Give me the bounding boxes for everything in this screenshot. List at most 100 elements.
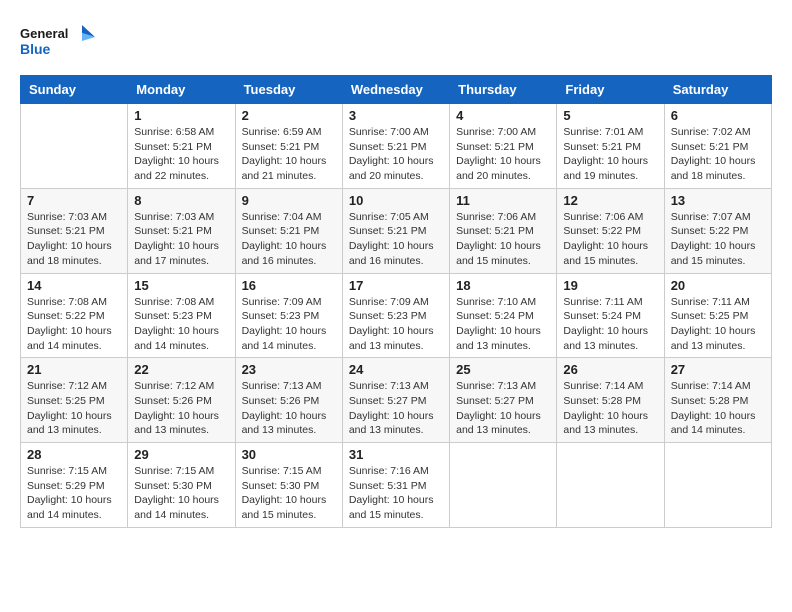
cell-info: Sunrise: 7:15 AMSunset: 5:30 PMDaylight:… xyxy=(242,464,336,523)
day-number: 11 xyxy=(456,193,550,208)
day-number: 2 xyxy=(242,108,336,123)
calendar-week-row: 28Sunrise: 7:15 AMSunset: 5:29 PMDayligh… xyxy=(21,443,772,528)
day-number: 22 xyxy=(134,362,228,377)
col-header-saturday: Saturday xyxy=(664,76,771,104)
calendar-cell: 9 Sunrise: 7:04 AMSunset: 5:21 PMDaylight… xyxy=(235,188,342,273)
day-number: 5 xyxy=(563,108,657,123)
calendar-cell: 19 Sunrise: 7:11 AMSunset: 5:24 PMDayligh… xyxy=(557,273,664,358)
cell-info: Sunrise: 7:01 AMSunset: 5:21 PMDaylight:… xyxy=(563,125,657,184)
col-header-monday: Monday xyxy=(128,76,235,104)
cell-info: Sunrise: 7:07 AMSunset: 5:22 PMDaylight:… xyxy=(671,210,765,269)
day-number: 21 xyxy=(27,362,121,377)
cell-info: Sunrise: 7:08 AMSunset: 5:23 PMDaylight:… xyxy=(134,295,228,354)
day-number: 6 xyxy=(671,108,765,123)
day-number: 3 xyxy=(349,108,443,123)
calendar-cell xyxy=(557,443,664,528)
calendar-header-row: SundayMondayTuesdayWednesdayThursdayFrid… xyxy=(21,76,772,104)
day-number: 25 xyxy=(456,362,550,377)
cell-info: Sunrise: 7:14 AMSunset: 5:28 PMDaylight:… xyxy=(671,379,765,438)
calendar-cell: 2 Sunrise: 6:59 AMSunset: 5:21 PMDaylight… xyxy=(235,104,342,189)
calendar-cell xyxy=(664,443,771,528)
calendar-cell: 11 Sunrise: 7:06 AMSunset: 5:21 PMDayligh… xyxy=(450,188,557,273)
logo-svg: General Blue xyxy=(20,20,100,65)
calendar-cell: 31 Sunrise: 7:16 AMSunset: 5:31 PMDayligh… xyxy=(342,443,449,528)
calendar-week-row: 14 Sunrise: 7:08 AMSunset: 5:22 PMDayligh… xyxy=(21,273,772,358)
calendar-cell: 23Sunrise: 7:13 AMSunset: 5:26 PMDayligh… xyxy=(235,358,342,443)
day-number: 12 xyxy=(563,193,657,208)
calendar-cell: 13 Sunrise: 7:07 AMSunset: 5:22 PMDayligh… xyxy=(664,188,771,273)
calendar-cell: 7 Sunrise: 7:03 AMSunset: 5:21 PMDaylight… xyxy=(21,188,128,273)
day-number: 20 xyxy=(671,278,765,293)
calendar-cell xyxy=(21,104,128,189)
cell-info: Sunrise: 7:08 AMSunset: 5:22 PMDaylight:… xyxy=(27,295,121,354)
col-header-thursday: Thursday xyxy=(450,76,557,104)
day-number: 29 xyxy=(134,447,228,462)
cell-info: Sunrise: 7:16 AMSunset: 5:31 PMDaylight:… xyxy=(349,464,443,523)
cell-info: Sunrise: 7:00 AMSunset: 5:21 PMDaylight:… xyxy=(349,125,443,184)
svg-text:General: General xyxy=(20,26,68,41)
calendar-cell: 15Sunrise: 7:08 AMSunset: 5:23 PMDayligh… xyxy=(128,273,235,358)
calendar-week-row: 1 Sunrise: 6:58 AMSunset: 5:21 PMDaylight… xyxy=(21,104,772,189)
day-number: 19 xyxy=(563,278,657,293)
day-number: 18 xyxy=(456,278,550,293)
calendar-cell: 26 Sunrise: 7:14 AMSunset: 5:28 PMDayligh… xyxy=(557,358,664,443)
calendar-cell: 16Sunrise: 7:09 AMSunset: 5:23 PMDayligh… xyxy=(235,273,342,358)
cell-info: Sunrise: 7:11 AMSunset: 5:24 PMDaylight:… xyxy=(563,295,657,354)
day-number: 24 xyxy=(349,362,443,377)
cell-info: Sunrise: 7:06 AMSunset: 5:22 PMDaylight:… xyxy=(563,210,657,269)
calendar-cell: 25 Sunrise: 7:13 AMSunset: 5:27 PMDayligh… xyxy=(450,358,557,443)
cell-info: Sunrise: 7:02 AMSunset: 5:21 PMDaylight:… xyxy=(671,125,765,184)
page-header: General Blue xyxy=(20,20,772,65)
calendar-week-row: 21 Sunrise: 7:12 AMSunset: 5:25 PMDayligh… xyxy=(21,358,772,443)
cell-info: Sunrise: 7:00 AMSunset: 5:21 PMDaylight:… xyxy=(456,125,550,184)
day-number: 31 xyxy=(349,447,443,462)
col-header-sunday: Sunday xyxy=(21,76,128,104)
day-number: 28 xyxy=(27,447,121,462)
cell-info: Sunrise: 7:12 AMSunset: 5:25 PMDaylight:… xyxy=(27,379,121,438)
calendar-cell: 21 Sunrise: 7:12 AMSunset: 5:25 PMDayligh… xyxy=(21,358,128,443)
day-number: 30 xyxy=(242,447,336,462)
cell-info: Sunrise: 6:58 AMSunset: 5:21 PMDaylight:… xyxy=(134,125,228,184)
cell-info: Sunrise: 7:14 AMSunset: 5:28 PMDaylight:… xyxy=(563,379,657,438)
calendar-cell: 27 Sunrise: 7:14 AMSunset: 5:28 PMDayligh… xyxy=(664,358,771,443)
day-number: 17 xyxy=(349,278,443,293)
calendar-cell: 17Sunrise: 7:09 AMSunset: 5:23 PMDayligh… xyxy=(342,273,449,358)
day-number: 8 xyxy=(134,193,228,208)
cell-info: Sunrise: 7:15 AMSunset: 5:30 PMDaylight:… xyxy=(134,464,228,523)
calendar-cell: 1 Sunrise: 6:58 AMSunset: 5:21 PMDaylight… xyxy=(128,104,235,189)
cell-info: Sunrise: 7:04 AMSunset: 5:21 PMDaylight:… xyxy=(242,210,336,269)
cell-info: Sunrise: 7:13 AMSunset: 5:27 PMDaylight:… xyxy=(456,379,550,438)
col-header-tuesday: Tuesday xyxy=(235,76,342,104)
cell-info: Sunrise: 7:03 AMSunset: 5:21 PMDaylight:… xyxy=(27,210,121,269)
day-number: 27 xyxy=(671,362,765,377)
svg-text:Blue: Blue xyxy=(20,41,51,57)
calendar-cell xyxy=(450,443,557,528)
calendar-cell: 10Sunrise: 7:05 AMSunset: 5:21 PMDayligh… xyxy=(342,188,449,273)
calendar-cell: 5 Sunrise: 7:01 AMSunset: 5:21 PMDaylight… xyxy=(557,104,664,189)
cell-info: Sunrise: 7:03 AMSunset: 5:21 PMDaylight:… xyxy=(134,210,228,269)
cell-info: Sunrise: 6:59 AMSunset: 5:21 PMDaylight:… xyxy=(242,125,336,184)
day-number: 7 xyxy=(27,193,121,208)
day-number: 1 xyxy=(134,108,228,123)
day-number: 9 xyxy=(242,193,336,208)
calendar-cell: 12 Sunrise: 7:06 AMSunset: 5:22 PMDayligh… xyxy=(557,188,664,273)
calendar-cell: 3 Sunrise: 7:00 AMSunset: 5:21 PMDaylight… xyxy=(342,104,449,189)
cell-info: Sunrise: 7:13 AMSunset: 5:27 PMDaylight:… xyxy=(349,379,443,438)
calendar-table: SundayMondayTuesdayWednesdayThursdayFrid… xyxy=(20,75,772,528)
calendar-cell: 4Sunrise: 7:00 AMSunset: 5:21 PMDaylight… xyxy=(450,104,557,189)
calendar-cell: 14 Sunrise: 7:08 AMSunset: 5:22 PMDayligh… xyxy=(21,273,128,358)
day-number: 23 xyxy=(242,362,336,377)
day-number: 26 xyxy=(563,362,657,377)
day-number: 14 xyxy=(27,278,121,293)
calendar-cell: 8 Sunrise: 7:03 AMSunset: 5:21 PMDaylight… xyxy=(128,188,235,273)
cell-info: Sunrise: 7:11 AMSunset: 5:25 PMDaylight:… xyxy=(671,295,765,354)
calendar-cell: 30 Sunrise: 7:15 AMSunset: 5:30 PMDayligh… xyxy=(235,443,342,528)
day-number: 10 xyxy=(349,193,443,208)
calendar-cell: 28Sunrise: 7:15 AMSunset: 5:29 PMDayligh… xyxy=(21,443,128,528)
calendar-cell: 24 Sunrise: 7:13 AMSunset: 5:27 PMDayligh… xyxy=(342,358,449,443)
col-header-friday: Friday xyxy=(557,76,664,104)
day-number: 13 xyxy=(671,193,765,208)
col-header-wednesday: Wednesday xyxy=(342,76,449,104)
cell-info: Sunrise: 7:09 AMSunset: 5:23 PMDaylight:… xyxy=(242,295,336,354)
cell-info: Sunrise: 7:06 AMSunset: 5:21 PMDaylight:… xyxy=(456,210,550,269)
